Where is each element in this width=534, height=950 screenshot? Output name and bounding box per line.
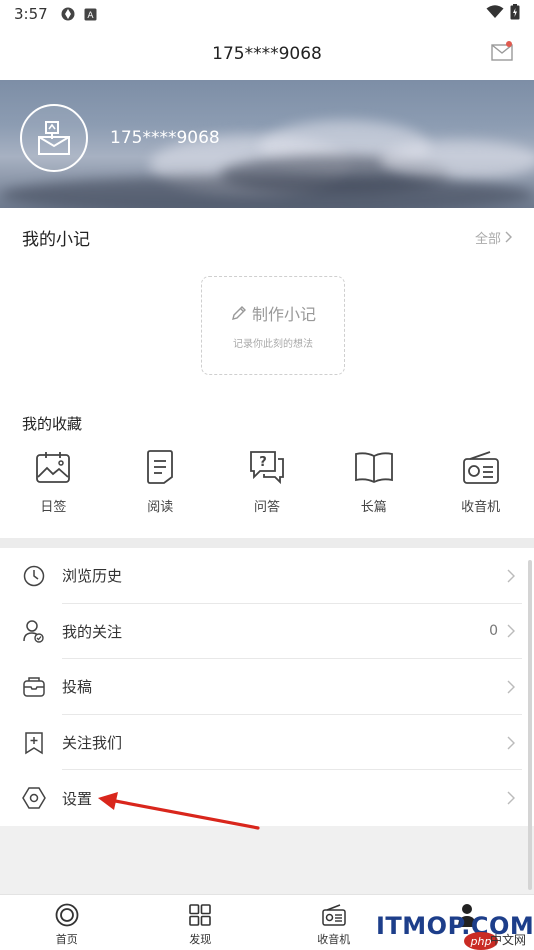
clock-icon	[22, 564, 46, 588]
tab-label: 发现	[189, 933, 212, 946]
menu-item-follow-us[interactable]: 关注我们	[0, 715, 534, 771]
favorites-title: 我的收藏	[22, 415, 83, 433]
profile-banner: 175****9068	[0, 80, 534, 208]
top-bar: 175****9068	[0, 28, 534, 80]
wifi-icon	[486, 5, 504, 23]
mailbox-icon	[38, 121, 70, 155]
status-time: 3:57	[14, 5, 48, 23]
pencil-icon	[232, 306, 246, 320]
qa-icon: ?	[247, 448, 287, 486]
fav-label: 收音机	[461, 500, 501, 515]
menu-item-following[interactable]: 我的关注 0	[0, 604, 534, 660]
empty-area	[0, 826, 534, 894]
radio-icon	[321, 903, 347, 927]
menu-label: 浏览历史	[62, 567, 123, 586]
grid-icon	[187, 903, 213, 927]
document-icon	[140, 448, 180, 486]
menu-item-history[interactable]: 浏览历史	[0, 548, 534, 604]
make-note-label-row: 制作小记	[230, 301, 316, 325]
username: 175****9068	[110, 128, 220, 148]
fav-item-radio[interactable]: 收音机	[427, 448, 534, 518]
notes-all-link[interactable]: 全部	[475, 228, 512, 247]
notes-section: 我的小记 全部 制作小记 记录你此刻的想法 我的收藏 日签 阅读 ? 问答 长篇…	[0, 208, 534, 538]
sync-icon	[60, 6, 76, 22]
page-title: 175****9068	[212, 44, 322, 64]
scrollbar[interactable]	[528, 560, 532, 890]
annotation-arrow	[98, 792, 260, 830]
user-follow-icon	[22, 619, 46, 644]
fav-item-qa[interactable]: ? 问答	[214, 448, 321, 518]
radio-icon	[461, 448, 501, 486]
menu-label: 设置	[62, 789, 93, 808]
banner-cloud	[380, 140, 534, 180]
menu-item-submit[interactable]: 投稿	[0, 659, 534, 715]
make-note-button[interactable]: 制作小记 记录你此刻的想法	[201, 276, 345, 375]
fav-label: 问答	[253, 500, 280, 515]
favorites-row: 日签 阅读 ? 问答 长篇 收音机	[0, 448, 534, 518]
notes-title: 我的小记	[22, 229, 90, 250]
following-count: 0	[489, 623, 498, 640]
section-divider	[0, 538, 534, 548]
photo-icon	[33, 448, 73, 486]
settings-menu: 浏览历史 我的关注 0 投稿 关注我们 设置	[0, 548, 534, 826]
avatar[interactable]	[20, 104, 88, 172]
watermark-sub: 中文网	[489, 933, 526, 947]
chevron-right-icon	[507, 624, 515, 638]
chevron-right-icon	[507, 736, 515, 750]
chevron-right-icon	[505, 231, 512, 243]
fav-item-daily[interactable]: 日签	[0, 448, 107, 518]
home-ring-icon	[54, 903, 80, 927]
make-note-hint: 记录你此刻的想法	[233, 339, 313, 350]
mail-icon[interactable]	[490, 40, 514, 64]
status-bar: 3:57 A	[0, 0, 534, 28]
menu-label: 关注我们	[62, 734, 123, 753]
tab-label: 收音机	[317, 933, 351, 946]
svg-text:?: ?	[259, 455, 267, 470]
chevron-right-icon	[507, 680, 515, 694]
menu-item-settings[interactable]: 设置	[0, 770, 534, 826]
banner-horizon	[0, 175, 534, 208]
menu-label: 我的关注	[62, 622, 123, 641]
notes-header: 我的小记 全部	[22, 226, 512, 250]
battery-icon	[510, 4, 520, 24]
fav-label: 阅读	[147, 500, 174, 515]
chevron-right-icon	[507, 791, 515, 805]
notes-all-label: 全部	[474, 231, 501, 247]
chevron-right-icon	[507, 569, 515, 583]
book-icon	[354, 448, 394, 486]
bookmark-add-icon	[22, 731, 46, 755]
tab-discover[interactable]: 发现	[134, 895, 268, 950]
submit-icon	[22, 675, 46, 699]
fav-label: 日签	[40, 500, 67, 515]
make-note-label: 制作小记	[251, 305, 316, 324]
svg-text:A: A	[87, 11, 94, 21]
fav-item-reading[interactable]: 阅读	[107, 448, 214, 518]
keyboard-a-icon: A	[84, 8, 97, 21]
tab-home[interactable]: 首页	[0, 895, 134, 950]
settings-icon	[22, 786, 46, 810]
watermark: ITMOP.COM php 中文网	[372, 910, 534, 950]
fav-item-longform[interactable]: 长篇	[320, 448, 427, 518]
fav-label: 长篇	[360, 500, 387, 515]
tab-label: 首页	[55, 933, 78, 946]
menu-label: 投稿	[62, 678, 93, 697]
